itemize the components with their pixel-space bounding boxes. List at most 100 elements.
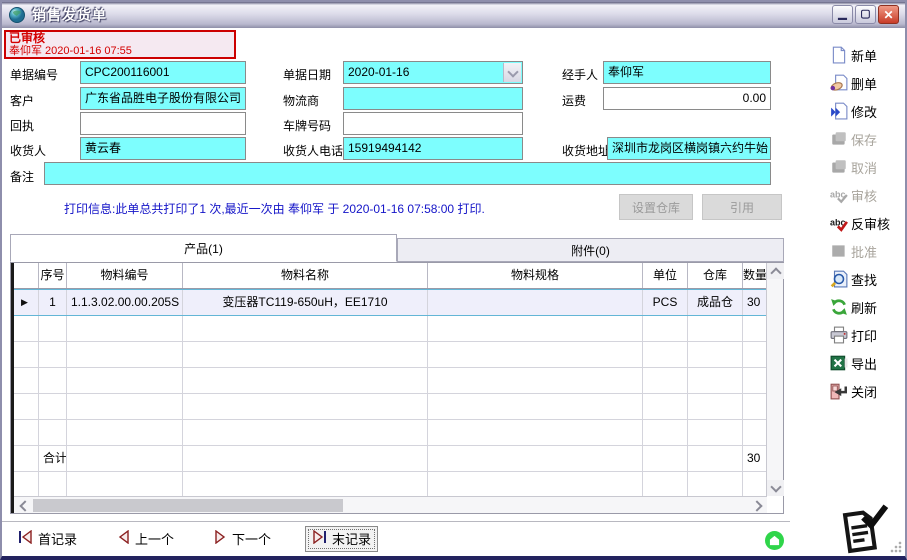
set-warehouse-button[interactable]: 设置仓库 bbox=[619, 194, 693, 220]
globe-icon bbox=[8, 6, 26, 24]
unaudit-button[interactable]: abc 反审核 bbox=[830, 210, 906, 236]
print-info: 打印信息:此单总共打印了1 次,最近一次由 奉仰军 于 2020-01-16 0… bbox=[64, 200, 485, 217]
customer-label: 客户 bbox=[10, 92, 34, 109]
audit-status: 已审核 bbox=[9, 32, 231, 45]
logistics-field[interactable] bbox=[343, 87, 523, 110]
items-table: 序号 物料编号 物料名称 物料规格 单位 仓库 数量 ▶ 1 1.1.3.02.… bbox=[10, 262, 784, 514]
table-row-empty[interactable] bbox=[11, 342, 767, 368]
logistics-label: 物流商 bbox=[283, 92, 319, 109]
address-field[interactable]: 深圳市龙岗区横岗镇六约牛始 bbox=[607, 137, 771, 160]
scroll-right-icon[interactable] bbox=[750, 497, 767, 514]
cell-qty[interactable]: 30 bbox=[743, 290, 767, 315]
modify-icon bbox=[830, 102, 848, 120]
audit-stamp: 已审核 奉仰军 2020-01-16 07:55 bbox=[4, 30, 236, 59]
first-record-button[interactable]: 首记录 bbox=[12, 526, 83, 552]
cell-item-code[interactable]: 1.1.3.02.00.00.205S bbox=[67, 290, 183, 315]
title-bar[interactable]: 销售发货单 ▁ ▢ ✕ bbox=[2, 2, 905, 28]
approve-icon bbox=[830, 242, 848, 260]
col-item-code[interactable]: 物料编号 bbox=[67, 263, 183, 288]
vertical-scrollbar[interactable] bbox=[766, 263, 783, 496]
cell-item-name[interactable]: 变压器TC119-650uH，EE1710 bbox=[183, 290, 428, 315]
close-form-button[interactable]: 关闭 bbox=[830, 378, 906, 404]
handler-field[interactable]: 奉仰军 bbox=[603, 61, 771, 84]
maximize-button[interactable]: ▢ bbox=[855, 5, 876, 24]
print-button[interactable]: 打印 bbox=[830, 322, 906, 348]
scroll-left-icon[interactable] bbox=[15, 497, 32, 514]
last-record-button[interactable]: 末记录 bbox=[305, 526, 378, 552]
export-button[interactable]: 导出 bbox=[830, 350, 906, 376]
phone-field[interactable]: 15919494142 bbox=[343, 137, 523, 160]
find-button[interactable]: 查找 bbox=[830, 266, 906, 292]
audit-icon: abc bbox=[830, 186, 848, 204]
delete-button[interactable]: 删单 bbox=[830, 70, 906, 96]
phone-label: 收货人电话 bbox=[283, 142, 343, 159]
modify-button[interactable]: 修改 bbox=[830, 98, 906, 124]
plate-label: 车牌号码 bbox=[283, 117, 331, 134]
save-button[interactable]: 保存 bbox=[830, 126, 906, 152]
total-qty: 30 bbox=[743, 446, 767, 471]
cell-seq[interactable]: 1 bbox=[39, 290, 67, 315]
address-label: 收货地址 bbox=[562, 142, 610, 159]
doc-no-label: 单据编号 bbox=[10, 66, 58, 83]
close-button[interactable]: ✕ bbox=[878, 5, 899, 24]
table-row-empty[interactable] bbox=[11, 420, 767, 446]
customer-field[interactable]: 广东省品胜电子股份有限公司 bbox=[80, 87, 246, 110]
previous-record-icon bbox=[117, 530, 130, 547]
first-record-icon bbox=[18, 530, 33, 547]
cell-warehouse[interactable]: 成品仓 bbox=[688, 290, 743, 315]
last-record-icon bbox=[312, 530, 327, 547]
approved-stamp-icon bbox=[833, 504, 889, 560]
approve-button[interactable]: 批准 bbox=[830, 238, 906, 264]
table-row-empty[interactable] bbox=[11, 472, 767, 498]
table-row-selected[interactable]: ▶ 1 1.1.3.02.00.00.205S 变压器TC119-650uH，E… bbox=[11, 289, 767, 316]
scroll-down-icon[interactable] bbox=[767, 480, 784, 496]
new-button[interactable]: 新单 bbox=[830, 42, 906, 68]
consignee-label: 收货人 bbox=[10, 142, 46, 159]
scrollbar-thumb[interactable] bbox=[33, 499, 343, 512]
receipt-label: 回执 bbox=[10, 117, 34, 134]
next-record-button[interactable]: 下一个 bbox=[208, 526, 277, 552]
date-dropdown-icon[interactable] bbox=[503, 63, 521, 82]
table-row-empty[interactable] bbox=[11, 316, 767, 342]
window-title: 销售发货单 bbox=[32, 5, 107, 25]
previous-record-button[interactable]: 上一个 bbox=[111, 526, 180, 552]
refresh-button[interactable]: 刷新 bbox=[830, 294, 906, 320]
col-unit[interactable]: 单位 bbox=[643, 263, 688, 288]
col-qty[interactable]: 数量 bbox=[743, 263, 767, 288]
excel-export-icon bbox=[830, 354, 848, 372]
tab-attachments[interactable]: 附件(0) bbox=[397, 238, 784, 262]
freight-field[interactable]: 0.00 bbox=[603, 87, 771, 110]
total-label: 合计 bbox=[39, 446, 67, 471]
remark-field[interactable] bbox=[44, 162, 771, 185]
consignee-field[interactable]: 黄云春 bbox=[80, 137, 246, 160]
table-row-empty[interactable] bbox=[11, 394, 767, 420]
reference-button[interactable]: 引用 bbox=[702, 194, 782, 220]
home-indicator-icon[interactable] bbox=[765, 531, 784, 550]
cell-unit[interactable]: PCS bbox=[643, 290, 688, 315]
plate-field[interactable] bbox=[343, 112, 523, 135]
audit-detail: 奉仰军 2020-01-16 07:55 bbox=[9, 45, 231, 58]
col-warehouse[interactable]: 仓库 bbox=[688, 263, 743, 288]
scroll-up-icon[interactable] bbox=[767, 263, 784, 279]
col-seq[interactable]: 序号 bbox=[39, 263, 67, 288]
col-item-spec[interactable]: 物料规格 bbox=[428, 263, 643, 288]
printer-icon bbox=[830, 326, 848, 344]
new-doc-icon bbox=[830, 46, 848, 64]
minimize-button[interactable]: ▁ bbox=[832, 5, 853, 24]
doc-no-field[interactable]: CPC200116001 bbox=[80, 61, 246, 84]
receipt-field[interactable] bbox=[80, 112, 246, 135]
horizontal-scrollbar[interactable] bbox=[11, 496, 767, 513]
record-navigation-bar: 首记录 上一个 下一个 末记录 bbox=[2, 521, 790, 555]
doc-date-field[interactable]: 2020-01-16 bbox=[343, 61, 523, 84]
col-item-name[interactable]: 物料名称 bbox=[183, 263, 428, 288]
resize-grip[interactable] bbox=[890, 541, 902, 553]
handler-label: 经手人 bbox=[562, 66, 598, 83]
table-total-row: 合计 30 bbox=[11, 446, 767, 472]
tab-products[interactable]: 产品(1) bbox=[10, 234, 397, 262]
save-icon bbox=[830, 130, 848, 148]
table-row-empty[interactable] bbox=[11, 368, 767, 394]
audit-button[interactable]: abc 审核 bbox=[830, 182, 906, 208]
unaudit-icon: abc bbox=[830, 214, 848, 232]
cell-item-spec[interactable] bbox=[428, 290, 643, 315]
cancel-button[interactable]: 取消 bbox=[830, 154, 906, 180]
